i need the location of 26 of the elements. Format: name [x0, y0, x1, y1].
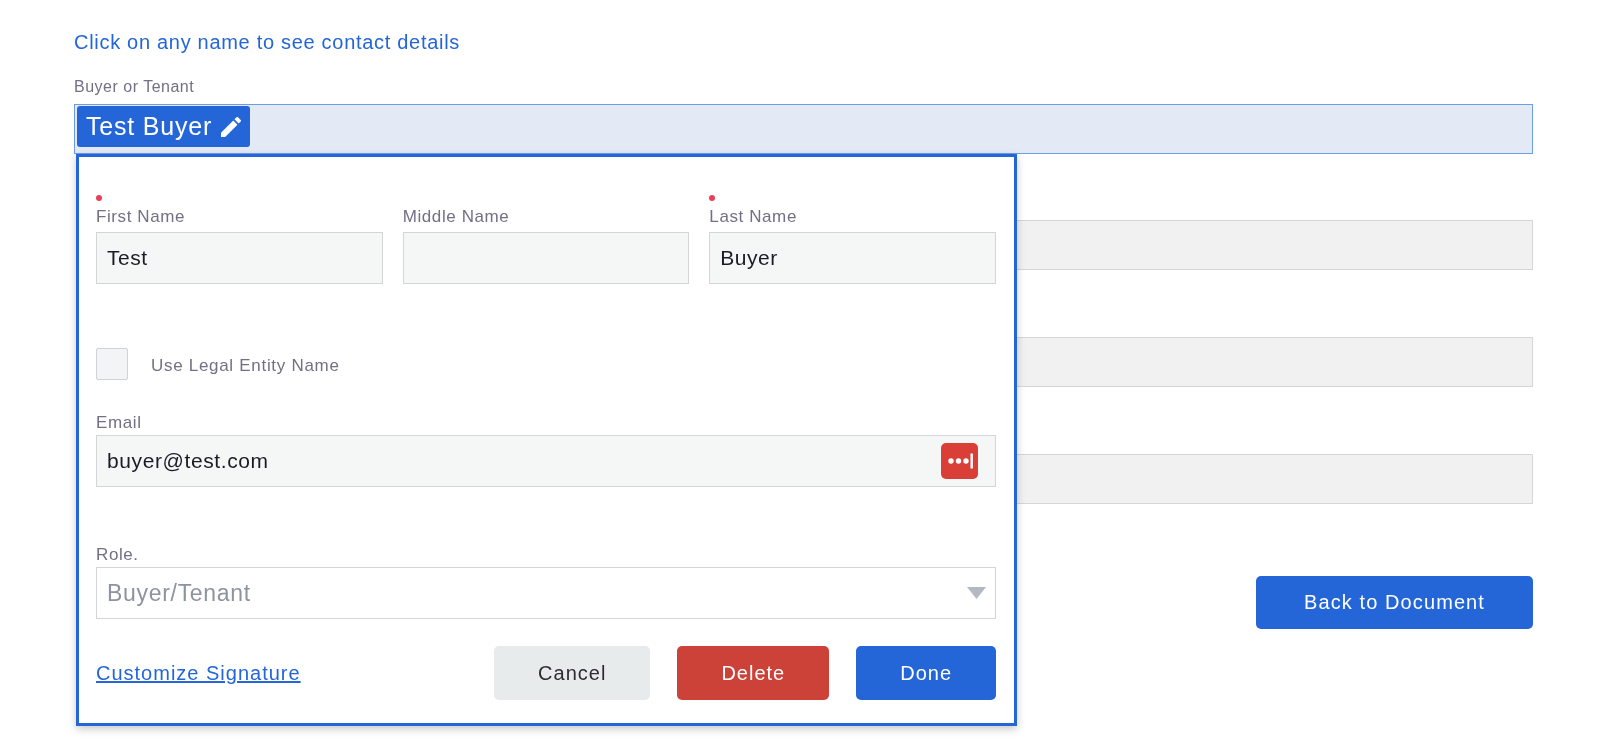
checkbox-label: Use Legal Entity Name: [151, 356, 340, 376]
field-label: First Name: [96, 207, 186, 227]
caret-icon: [967, 587, 986, 599]
field-label: Email: [96, 413, 142, 433]
name-field[interactable]: Buyer: [709, 232, 996, 284]
text-field[interactable]: [1017, 454, 1533, 504]
field-label: Middle Name: [402, 207, 510, 227]
danger-button[interactable]: Delete: [677, 646, 830, 700]
name-field[interactable]: Test: [96, 232, 383, 284]
primary-button[interactable]: Done: [856, 646, 996, 700]
secondary-button[interactable]: Cancel: [494, 646, 651, 700]
back-button[interactable]: Back to Document: [1256, 576, 1533, 629]
tag-field[interactable]: Test Buyer: [74, 104, 1533, 154]
email-field[interactable]: buyer@test.com: [96, 435, 996, 487]
instruction-text: Click on any name to see contact details: [74, 30, 460, 54]
name-tag[interactable]: Test Buyer: [77, 106, 251, 147]
text-field[interactable]: [1017, 337, 1533, 387]
field-label: Role.: [96, 545, 139, 565]
field-label: Last Name: [709, 207, 797, 227]
text-field[interactable]: [1017, 220, 1533, 270]
dots-icon[interactable]: [941, 443, 978, 479]
checkbox[interactable]: [96, 348, 128, 380]
signature-link[interactable]: Customize Signature: [96, 661, 301, 685]
pencil-icon: [221, 116, 242, 137]
name-field[interactable]: [402, 232, 690, 284]
field-label: Buyer or Tenant: [74, 77, 195, 96]
